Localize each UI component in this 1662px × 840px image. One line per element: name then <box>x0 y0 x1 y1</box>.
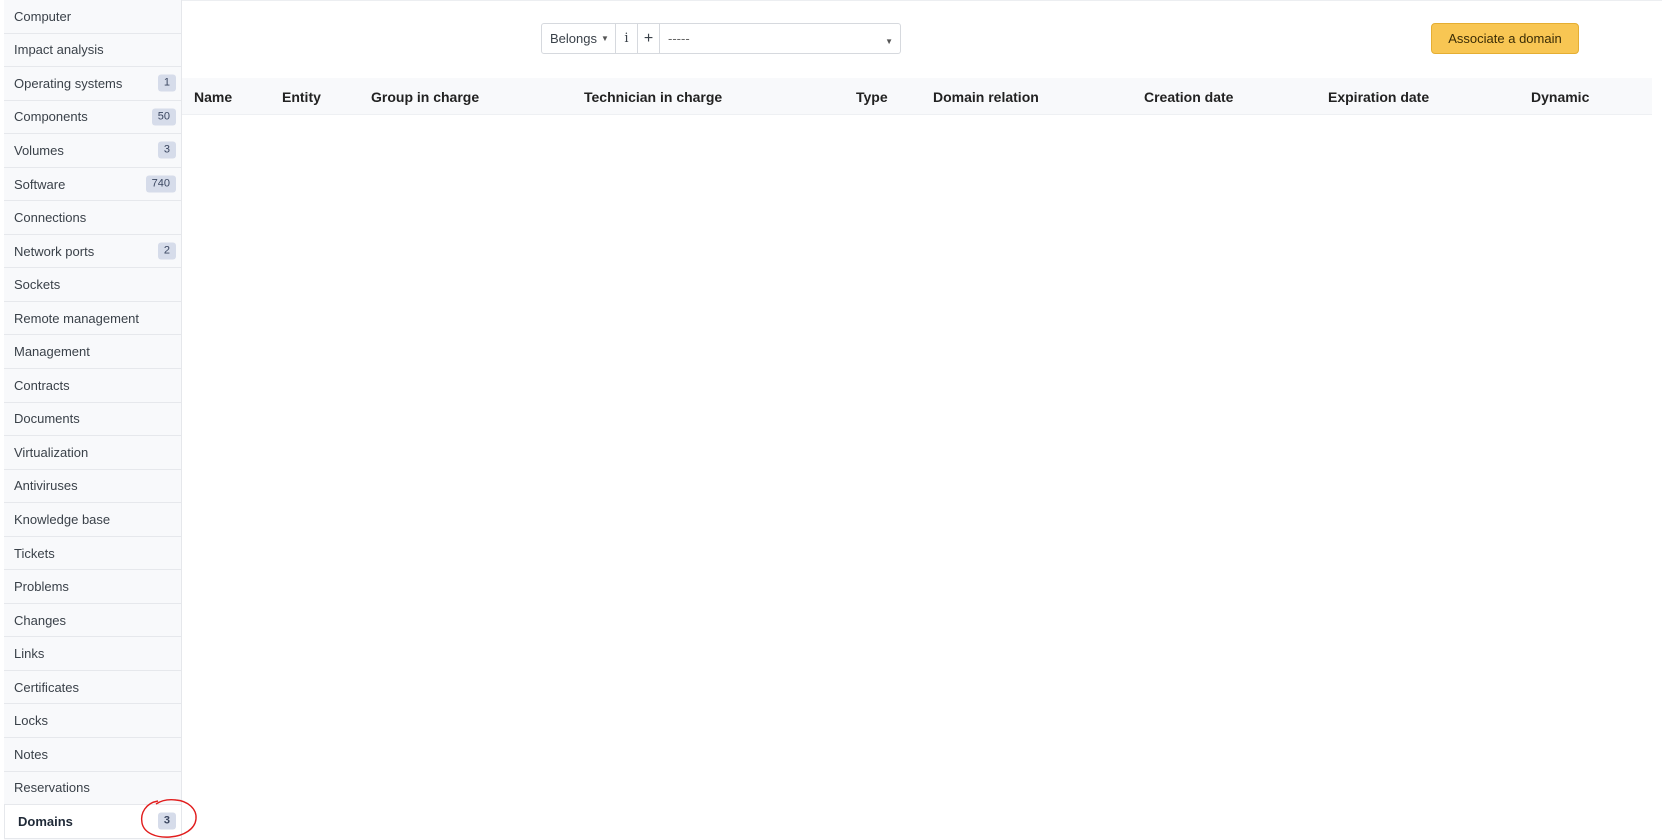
sidebar-item-problems[interactable]: Problems <box>4 570 181 604</box>
sidebar-item-label: Virtualization <box>14 444 89 460</box>
associate-domain-label: Associate a domain <box>1448 31 1562 46</box>
sidebar-item-label: Software <box>14 176 66 192</box>
sidebar-item-operating-systems[interactable]: Operating systems 1 <box>4 67 181 101</box>
column-header-technician-in-charge[interactable]: Technician in charge <box>584 78 722 115</box>
info-icon: i <box>624 31 629 46</box>
sidebar-item-label: Tickets <box>14 545 55 561</box>
count-badge: 1 <box>157 74 176 92</box>
sidebar-item-label: Operating systems <box>14 75 123 91</box>
sidebar-item-components[interactable]: Components 50 <box>4 101 181 135</box>
sidebar-item-tickets[interactable]: Tickets <box>4 537 181 571</box>
sidebar-nav: Computer Impact analysis Operating syste… <box>4 0 182 840</box>
sidebar-item-contracts[interactable]: Contracts <box>4 369 181 403</box>
sidebar-item-remote-management[interactable]: Remote management <box>4 302 181 336</box>
sidebar-item-label: Certificates <box>14 679 80 695</box>
associate-domain-button[interactable]: Associate a domain <box>1431 23 1579 54</box>
sidebar-item-label: Sockets <box>14 277 61 293</box>
domain-select-value: ----- <box>668 31 690 46</box>
sidebar-item-label: Antiviruses <box>14 478 78 494</box>
sidebar-item-label: Problems <box>14 579 69 595</box>
add-button[interactable]: + <box>638 23 660 54</box>
sidebar-item-certificates[interactable]: Certificates <box>4 671 181 705</box>
sidebar-item-antiviruses[interactable]: Antiviruses <box>4 470 181 504</box>
column-header-entity[interactable]: Entity <box>282 78 321 115</box>
sidebar-item-label: Knowledge base <box>14 511 111 527</box>
sidebar-item-management[interactable]: Management <box>4 335 181 370</box>
column-header-name[interactable]: Name <box>194 78 232 115</box>
sidebar-item-label: Domains <box>18 813 73 829</box>
sidebar-item-links[interactable]: Links <box>4 637 181 671</box>
sidebar-item-connections[interactable]: Connections <box>4 201 181 235</box>
sidebar-item-label: Management <box>14 344 90 360</box>
column-header-type[interactable]: Type <box>856 78 888 115</box>
sidebar-item-label: Changes <box>14 612 67 628</box>
count-badge: 2 <box>157 242 176 260</box>
sidebar-item-label: Documents <box>14 411 80 427</box>
sidebar-item-changes[interactable]: Changes <box>4 604 181 638</box>
sidebar-item-knowledge-base[interactable]: Knowledge base <box>4 503 181 537</box>
sidebar-item-software[interactable]: Software 740 <box>4 168 181 202</box>
count-badge: 3 <box>157 141 176 159</box>
sidebar-item-label: Links <box>14 646 45 662</box>
main-content: Belongs ▼ i + ----- ▼ Associate a domain… <box>182 0 1662 840</box>
column-header-dynamic[interactable]: Dynamic <box>1531 78 1589 115</box>
sidebar-item-sockets[interactable]: Sockets <box>4 268 181 302</box>
sidebar-item-locks[interactable]: Locks <box>4 704 181 739</box>
sidebar-item-label: Network ports <box>14 243 95 259</box>
plus-icon: + <box>643 29 654 47</box>
sidebar-item-network-ports[interactable]: Network ports 2 <box>4 235 181 269</box>
sidebar-item-label: Remote management <box>14 310 140 326</box>
sidebar-item-domains[interactable]: Domains 3 <box>4 805 181 839</box>
sidebar-item-computer[interactable]: Computer <box>4 0 181 34</box>
column-header-domain-relation[interactable]: Domain relation <box>933 78 1039 115</box>
count-badge: 50 <box>151 108 176 126</box>
domain-association-controls: Belongs ▼ i + ----- ▼ <box>541 23 901 54</box>
sidebar-item-label: Contracts <box>14 377 70 393</box>
sidebar-item-label: Impact analysis <box>14 42 104 58</box>
domain-select[interactable]: ----- ▼ <box>660 23 901 54</box>
count-badge: 740 <box>145 175 176 193</box>
info-button[interactable]: i <box>616 23 638 54</box>
sidebar-item-impact-analysis[interactable]: Impact analysis <box>4 34 181 68</box>
sidebar-item-label: Volumes <box>14 142 64 158</box>
sidebar-item-reservations[interactable]: Reservations <box>4 772 181 806</box>
sidebar-item-label: Components <box>14 109 88 125</box>
table-header: Name Entity Group in charge Technician i… <box>182 78 1652 115</box>
sidebar-item-virtualization[interactable]: Virtualization <box>4 436 181 470</box>
column-header-creation-date[interactable]: Creation date <box>1144 78 1233 115</box>
caret-down-icon: ▼ <box>885 37 893 46</box>
sidebar-item-label: Notes <box>14 746 48 762</box>
sidebar-item-label: Computer <box>14 8 72 24</box>
sidebar-item-label: Reservations <box>14 780 90 796</box>
column-header-expiration-date[interactable]: Expiration date <box>1328 78 1429 115</box>
belongs-dropdown[interactable]: Belongs ▼ <box>541 23 616 54</box>
sidebar-item-label: Connections <box>14 210 87 226</box>
sidebar-item-volumes[interactable]: Volumes 3 <box>4 134 181 168</box>
column-header-group-in-charge[interactable]: Group in charge <box>371 78 479 115</box>
caret-down-icon: ▼ <box>600 34 609 43</box>
sidebar-item-notes[interactable]: Notes <box>4 738 181 772</box>
belongs-label: Belongs <box>550 31 597 46</box>
count-badge: 3 <box>157 812 176 830</box>
sidebar-item-label: Locks <box>14 713 48 729</box>
sidebar-item-documents[interactable]: Documents <box>4 403 181 437</box>
